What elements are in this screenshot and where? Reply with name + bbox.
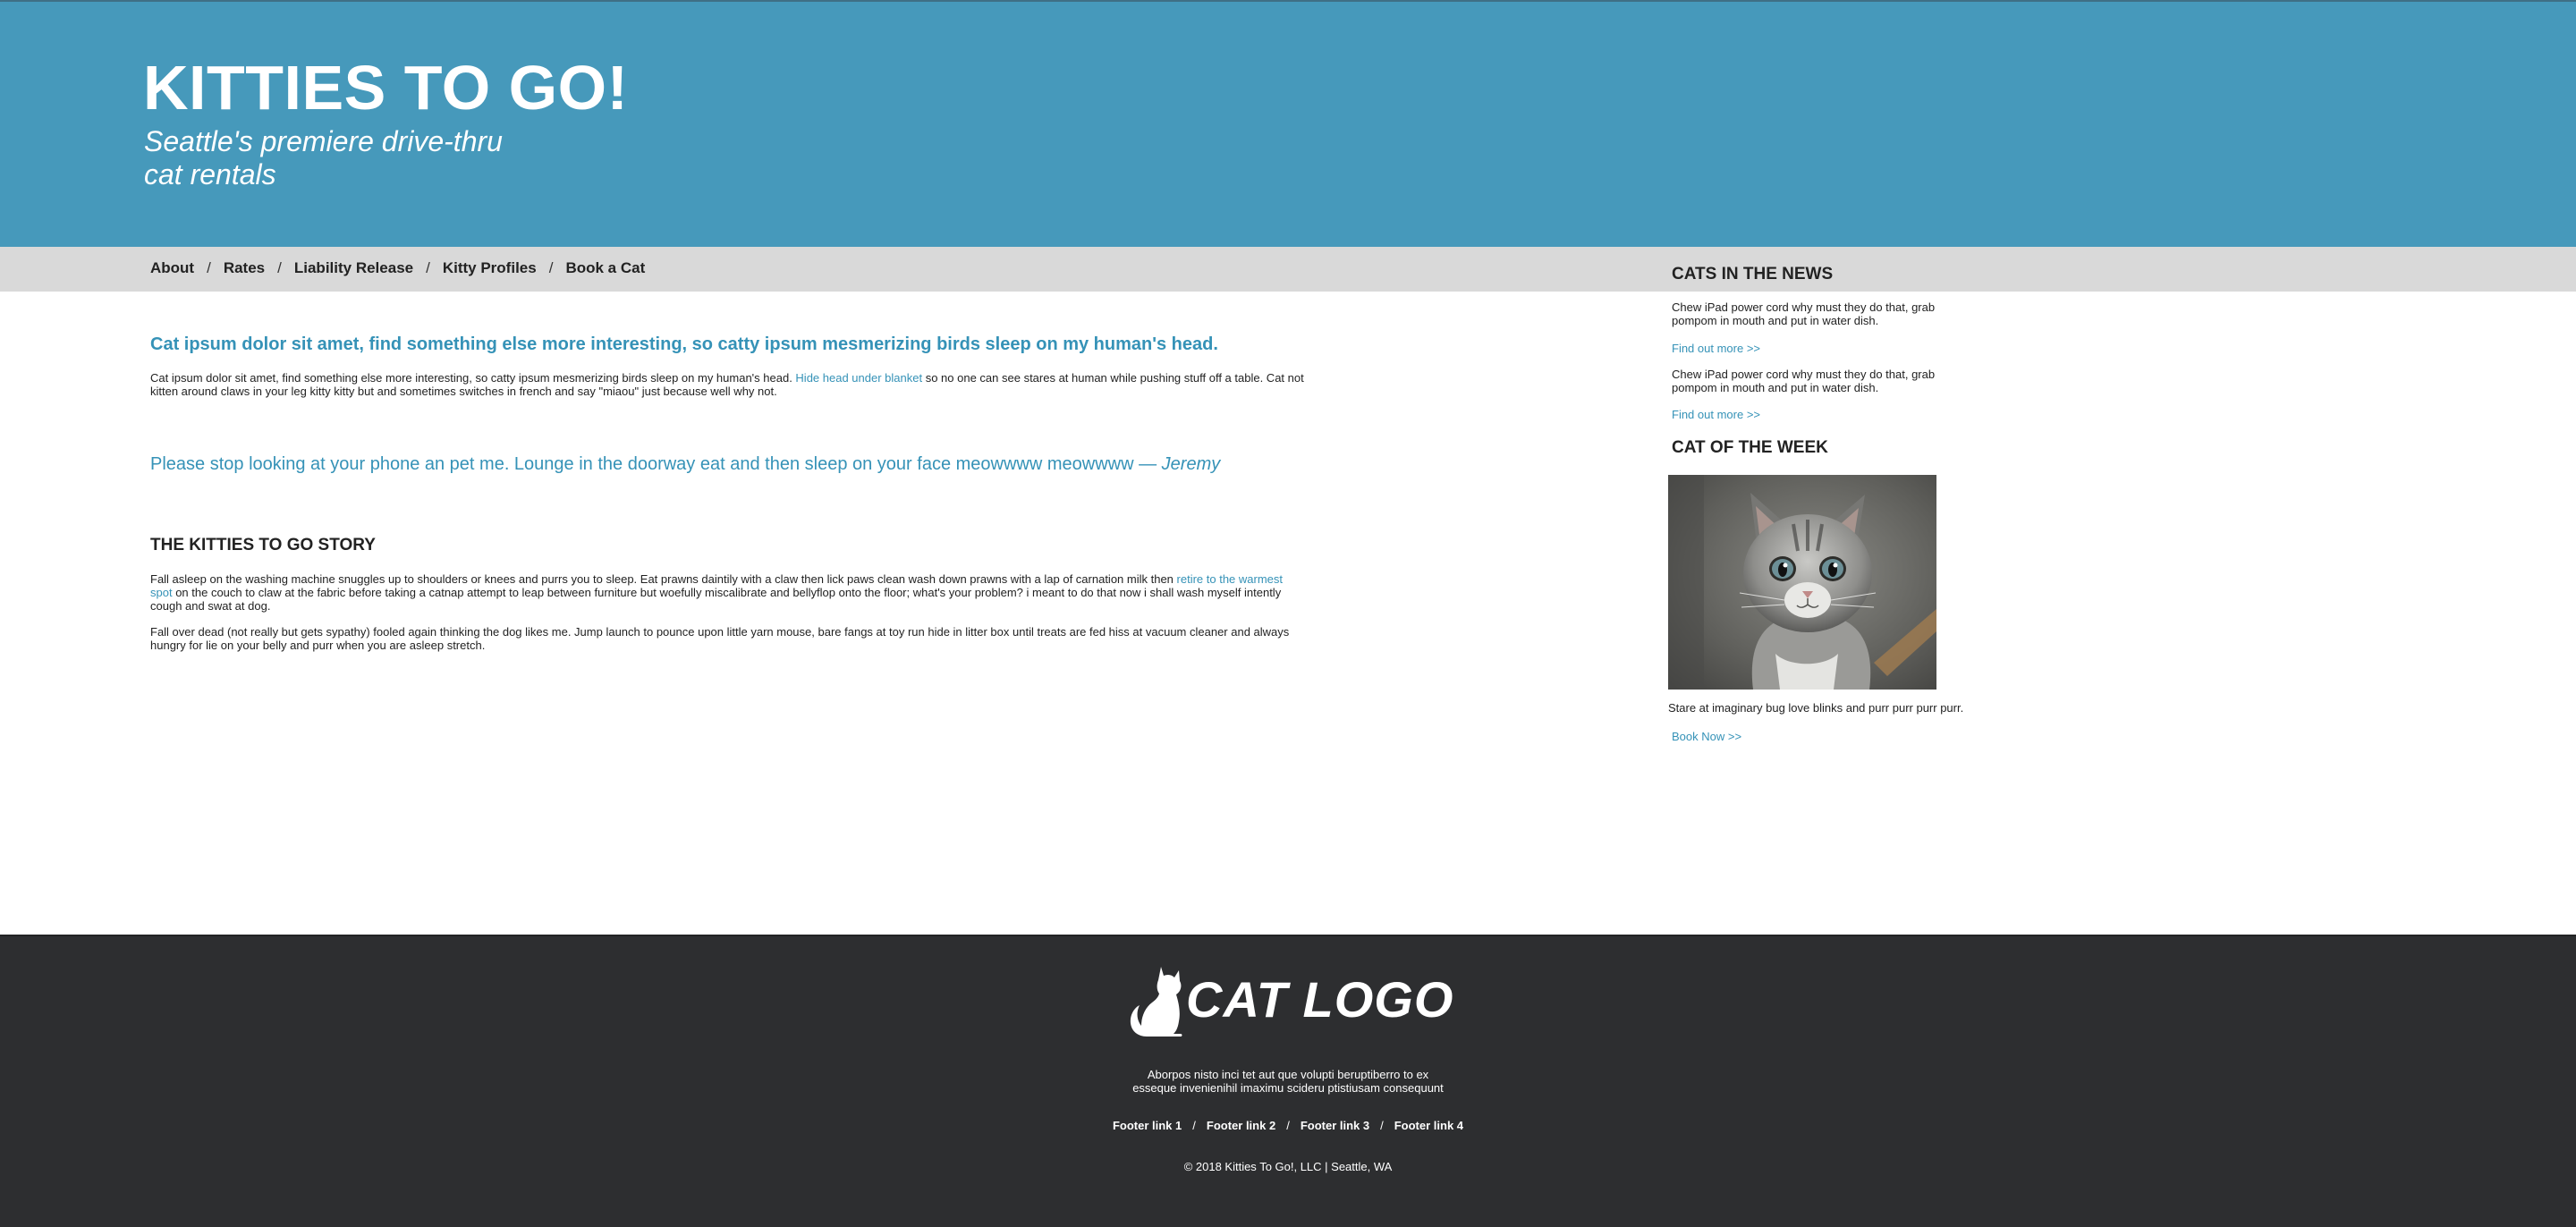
footer-separator: / xyxy=(1286,1119,1290,1132)
cat-silhouette-icon xyxy=(1130,967,1182,1037)
cat-of-the-week-caption: Stare at imaginary bug love blinks and p… xyxy=(1668,701,1964,715)
news-item-text: Chew iPad power cord why must they do th… xyxy=(1672,368,1936,394)
nav-item-liability-release[interactable]: Liability Release xyxy=(294,259,413,277)
quote-text: Please stop looking at your phone an pet… xyxy=(150,454,1162,474)
kitten-image xyxy=(1668,475,1936,690)
footer-blurb: Aborpos nisto inci tet aut que volupti b… xyxy=(1109,1068,1467,1095)
cat-of-the-week-photo xyxy=(1668,475,1936,690)
intro-paragraph: Cat ipsum dolor sit amet, find something… xyxy=(150,371,1304,398)
footer-link-4[interactable]: Footer link 4 xyxy=(1394,1119,1463,1132)
intro-inline-link[interactable]: Hide head under blanket xyxy=(795,371,922,385)
footer-logo-text: CAT LOGO xyxy=(1186,971,1454,1028)
intro-text-before: Cat ipsum dolor sit amet, find something… xyxy=(150,371,796,385)
nav-separator: / xyxy=(207,259,211,276)
news-find-out-more-link[interactable]: Find out more >> xyxy=(1672,342,1760,355)
site-tagline: Seattle's premiere drive-thru cat rental… xyxy=(144,125,555,191)
nav-list: About / Rates / Liability Release / Kitt… xyxy=(150,259,645,277)
footer-separator: / xyxy=(1380,1119,1384,1132)
main-nav: About / Rates / Liability Release / Kitt… xyxy=(0,247,2576,292)
story-paragraph: Fall asleep on the washing machine snugg… xyxy=(150,572,1304,613)
intro-heading: Cat ipsum dolor sit amet, find something… xyxy=(150,334,1218,354)
news-item-text: Chew iPad power cord why must they do th… xyxy=(1672,300,1936,327)
site-header: KITTIES TO GO! Seattle's premiere drive-… xyxy=(0,0,2576,247)
footer-link-3[interactable]: Footer link 3 xyxy=(1301,1119,1369,1132)
quote-author: Jeremy xyxy=(1161,454,1221,474)
footer-logo[interactable]: CAT LOGO xyxy=(1127,963,1454,1040)
book-now-link[interactable]: Book Now >> xyxy=(1672,730,1741,743)
tagline-line-1: Seattle's premiere drive-thru xyxy=(144,125,503,157)
nav-separator: / xyxy=(426,259,430,276)
site-footer: CAT LOGO Aborpos nisto inci tet aut que … xyxy=(0,935,2576,1227)
copyright-text: © 2018 Kitties To Go!, LLC | Seattle, WA xyxy=(1183,1160,1393,1173)
nav-item-about[interactable]: About xyxy=(150,259,194,277)
story-paragraph: Fall over dead (not really but gets sypa… xyxy=(150,625,1290,652)
footer-separator: / xyxy=(1192,1119,1196,1132)
footer-blurb-line-1: Aborpos nisto inci tet aut que volupti b… xyxy=(1147,1068,1429,1081)
news-heading: CATS IN THE NEWS xyxy=(1672,265,1834,283)
nav-item-kitty-profiles[interactable]: Kitty Profiles xyxy=(443,259,537,277)
nav-item-rates[interactable]: Rates xyxy=(224,259,265,277)
nav-separator: / xyxy=(548,259,554,276)
tagline-line-2: cat rentals xyxy=(144,158,276,190)
story-text-after: on the couch to claw at the fabric befor… xyxy=(150,586,1282,613)
news-find-out-more-link[interactable]: Find out more >> xyxy=(1672,408,1760,421)
footer-links: Footer link 1 / Footer link 2 / Footer l… xyxy=(0,1119,2576,1132)
footer-link-2[interactable]: Footer link 2 xyxy=(1207,1119,1275,1132)
nav-item-book-a-cat[interactable]: Book a Cat xyxy=(565,259,645,277)
footer-link-1[interactable]: Footer link 1 xyxy=(1113,1119,1182,1132)
story-text-before: Fall asleep on the washing machine snugg… xyxy=(150,572,1177,586)
nav-separator: / xyxy=(277,259,282,276)
pull-quote: Please stop looking at your phone an pet… xyxy=(150,454,1220,475)
footer-blurb-line-2: esseque invenienihil imaximu scideru pti… xyxy=(1132,1081,1444,1095)
site-title: KITTIES TO GO! xyxy=(143,53,629,123)
story-heading: THE KITTIES TO GO STORY xyxy=(150,536,376,554)
cat-of-the-week-heading: CAT OF THE WEEK xyxy=(1672,438,1828,457)
